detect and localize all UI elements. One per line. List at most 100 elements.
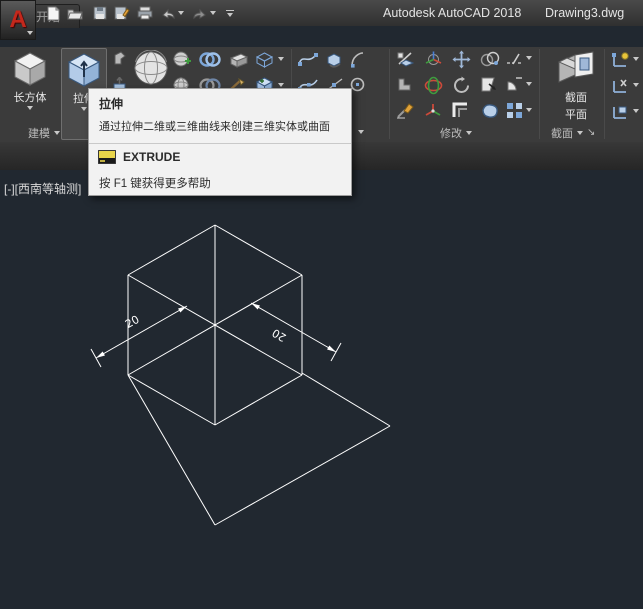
ucs-x-dropdown[interactable]	[633, 83, 639, 87]
cad-line	[251, 303, 336, 352]
dimension-arrowhead	[251, 303, 260, 309]
slice-icon[interactable]	[227, 51, 249, 69]
solid-history-icon[interactable]	[396, 51, 416, 68]
tooltip-command: EXTRUDE	[123, 150, 180, 164]
copy-icon[interactable]	[480, 51, 500, 68]
modify-panel-dropdown-icon	[466, 131, 472, 135]
open-folder-icon	[67, 7, 83, 20]
undo-arrow-icon	[160, 7, 176, 20]
section-panel-launcher-icon[interactable]: ↘	[587, 127, 595, 138]
erase-icon[interactable]	[506, 53, 524, 65]
fillet-dropdown[interactable]	[526, 82, 532, 86]
3d-rotate-gizmo-icon[interactable]	[424, 76, 443, 95]
section-plane-icon	[553, 50, 599, 88]
tooltip-description: 通过拉伸二维或三维曲线来创建三维实体或曲面	[99, 118, 330, 134]
polyline-icon[interactable]	[297, 51, 319, 68]
redo-dropdown[interactable]	[210, 11, 216, 15]
modeling-panel-label[interactable]: 建模	[28, 125, 60, 140]
undo-button[interactable]	[159, 5, 176, 21]
save-floppy-icon	[93, 6, 107, 20]
save-button[interactable]	[91, 5, 108, 21]
cad-line	[302, 373, 390, 426]
ucs-world-icon[interactable]	[611, 51, 630, 69]
tooltip-help-hint: 按 F1 键获得更多帮助	[99, 175, 211, 191]
ucs-dropdown[interactable]	[633, 57, 639, 61]
open-file-button[interactable]	[66, 5, 83, 21]
ucs-view-icon[interactable]	[611, 103, 630, 121]
extract-edges-dropdown[interactable]	[278, 57, 284, 61]
viewport-controls-label[interactable]: [-][西南等轴测]	[4, 180, 81, 197]
dimension-arrowhead	[96, 352, 105, 358]
chevron-down-icon	[27, 31, 33, 35]
modeling-panel-dropdown-icon	[54, 131, 60, 135]
app-title: Autodesk AutoCAD 2018	[383, 6, 521, 20]
dimension-text: 20	[123, 313, 142, 331]
cad-line	[96, 306, 187, 358]
dimension-text: 20	[270, 326, 289, 344]
cad-line	[215, 426, 390, 525]
panel-separator	[604, 49, 605, 139]
quick-access-toolbar	[45, 5, 234, 21]
sphere-icon	[133, 50, 169, 86]
cad-line	[128, 375, 215, 525]
extract-edges-icon[interactable]	[255, 51, 274, 69]
application-menu-button[interactable]: A	[0, 0, 36, 40]
save-as-icon	[114, 6, 130, 20]
region-icon[interactable]	[480, 102, 500, 119]
dimension-arrowhead	[178, 306, 187, 312]
box-3d-icon	[11, 50, 49, 88]
plot-button[interactable]	[136, 5, 153, 21]
match-properties-icon[interactable]	[396, 102, 416, 119]
tooltip-title: 拉伸	[99, 95, 123, 112]
section-panel-label[interactable]: 截面 ↘	[551, 125, 595, 140]
document-title: Drawing3.dwg	[545, 6, 624, 20]
extrude-icon	[66, 51, 102, 89]
extrude-tooltip: 拉伸 通过拉伸二维或三维曲线来创建三维实体或曲面 EXTRUDE 按 F1 键获…	[88, 88, 352, 196]
revolve-icon[interactable]	[112, 51, 128, 67]
ucs-x-icon[interactable]	[611, 77, 630, 95]
panel-separator	[539, 49, 540, 139]
fillet-icon[interactable]	[506, 76, 524, 92]
undo-dropdown[interactable]	[178, 11, 184, 15]
cad-line	[128, 225, 215, 275]
dimension-arrowhead	[327, 346, 336, 352]
erase-dropdown[interactable]	[526, 56, 532, 60]
union-icon[interactable]	[199, 52, 221, 67]
section-object-icon[interactable]	[324, 51, 344, 69]
autocad-logo-icon: A	[9, 8, 26, 32]
3d-move-gizmo-icon[interactable]	[424, 50, 443, 69]
fillet-edge-icon[interactable]	[396, 77, 413, 93]
surface-network-icon[interactable]	[173, 51, 191, 68]
qat-customize-button[interactable]	[226, 10, 234, 17]
tooltip-separator	[89, 143, 351, 144]
printer-icon	[137, 6, 153, 20]
modify-panel-label[interactable]: 修改	[440, 125, 472, 140]
array-dropdown[interactable]	[526, 108, 532, 112]
ucs-view-dropdown[interactable]	[633, 109, 639, 113]
extrude-dropdown-icon	[81, 107, 87, 111]
new-file-button[interactable]	[45, 5, 62, 21]
section-panel-dropdown-icon	[577, 131, 583, 135]
arc-icon[interactable]	[350, 51, 364, 68]
circle-icon[interactable]	[350, 77, 365, 92]
panel-separator	[389, 49, 390, 139]
array-icon[interactable]	[506, 102, 524, 119]
offset-icon[interactable]	[452, 102, 470, 119]
redo-arrow-icon	[192, 7, 208, 20]
cad-line	[215, 375, 302, 425]
drawing-canvas[interactable]: 2020	[0, 170, 643, 609]
rotate-icon[interactable]	[452, 76, 471, 95]
3d-align-icon[interactable]	[424, 102, 443, 120]
command-line-icon	[98, 150, 116, 164]
move-icon[interactable]	[452, 50, 471, 69]
sphere-button[interactable]	[133, 50, 169, 86]
draw-panel-dropdown[interactable]	[358, 130, 364, 134]
redo-button[interactable]	[191, 5, 208, 21]
cad-line	[215, 225, 302, 275]
thicken-dropdown[interactable]	[278, 83, 284, 87]
save-as-button[interactable]	[113, 5, 130, 21]
cad-line	[128, 375, 215, 425]
cad-line	[91, 349, 101, 367]
taper-face-icon[interactable]	[480, 76, 499, 93]
box-dropdown-icon	[27, 106, 33, 110]
